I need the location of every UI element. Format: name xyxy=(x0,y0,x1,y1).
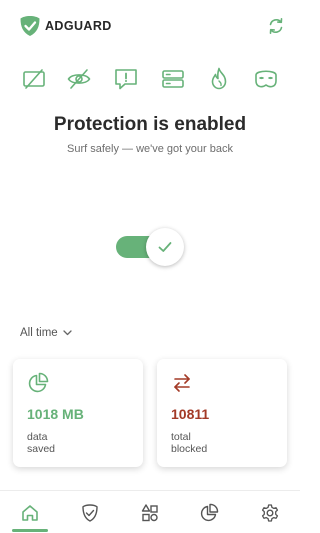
feature-icons-row xyxy=(0,66,300,96)
app-header: ADGUARD xyxy=(0,0,300,54)
home-icon[interactable] xyxy=(20,503,40,523)
data-saved-value: 1018 MB xyxy=(27,406,84,422)
total-blocked-card[interactable]: 10811 total blocked xyxy=(157,359,287,467)
protection-status-title: Protection is enabled xyxy=(53,114,247,135)
protection-status-subtitle: Surf safely — we've got your back xyxy=(67,143,233,155)
server-icon[interactable] xyxy=(160,66,186,92)
protection-toggle[interactable] xyxy=(116,228,188,266)
exclamation-bubble-icon[interactable] xyxy=(113,66,139,92)
mask-icon[interactable] xyxy=(253,66,279,92)
total-blocked-label: total blocked xyxy=(171,431,271,455)
checkmark-icon xyxy=(158,242,172,252)
total-blocked-value: 10811 xyxy=(171,406,210,422)
bottom-navigation xyxy=(0,490,300,533)
swap-arrows-icon xyxy=(174,374,190,392)
flame-icon[interactable] xyxy=(206,66,232,92)
shield-check-icon[interactable] xyxy=(80,503,100,523)
period-label: All time xyxy=(20,327,58,339)
data-saved-card[interactable]: 1018 MB data saved xyxy=(13,359,143,467)
pie-chart-icon xyxy=(28,372,49,393)
adguard-shield-icon xyxy=(20,16,40,36)
statistics-icon[interactable] xyxy=(199,503,219,523)
total-blocked-label-line1: total xyxy=(171,431,191,443)
toggle-knob xyxy=(146,228,184,266)
brand-name: ADGUARD xyxy=(45,19,112,33)
data-saved-label-line2: saved xyxy=(27,443,56,455)
crossed-eye-icon[interactable] xyxy=(66,66,92,92)
apps-icon[interactable] xyxy=(140,503,160,523)
crossed-screen-icon[interactable] xyxy=(21,66,47,92)
refresh-icon[interactable] xyxy=(266,16,286,36)
data-saved-label: data saved xyxy=(27,431,127,455)
period-dropdown[interactable]: All time xyxy=(20,327,72,339)
settings-icon[interactable] xyxy=(260,503,280,523)
active-tab-indicator xyxy=(12,529,48,532)
data-saved-label-line1: data xyxy=(27,431,48,443)
total-blocked-label-line2: blocked xyxy=(171,443,208,455)
chevron-down-icon xyxy=(63,330,72,336)
